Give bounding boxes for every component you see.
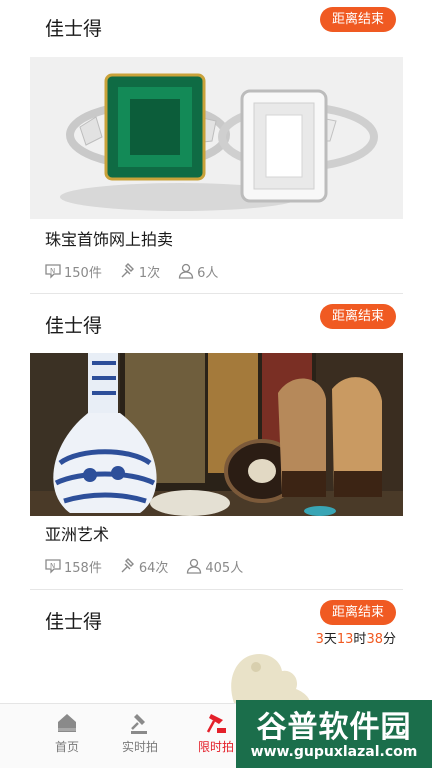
participant-count: 405人 bbox=[186, 557, 243, 576]
gavel-icon bbox=[121, 558, 134, 573]
end-time-badge: 距离结束 bbox=[320, 600, 396, 625]
lot-image[interactable] bbox=[30, 353, 403, 516]
participant-count-value: 6人 bbox=[197, 265, 219, 281]
watermark-title: 谷普软件园 bbox=[256, 710, 412, 745]
bid-count: 1次 bbox=[120, 262, 160, 281]
countdown-days: 3 bbox=[315, 632, 324, 647]
nav-item-home[interactable]: 首页 bbox=[37, 712, 97, 755]
item-count-value: 150件 bbox=[64, 265, 102, 281]
divider bbox=[30, 293, 403, 294]
countdown-timer: 3天13时38分 bbox=[316, 628, 396, 647]
user-icon bbox=[187, 558, 202, 574]
auction-card[interactable]: 佳士得 距离结束 3天13时38分 bbox=[0, 591, 432, 703]
live-auction-icon bbox=[131, 714, 147, 734]
lot-image[interactable] bbox=[30, 649, 403, 703]
participant-count-value: 405人 bbox=[205, 560, 244, 576]
auction-card[interactable]: 佳士得 距离结束 亚洲艺术 N 158件 64次 405人 bbox=[0, 295, 432, 590]
bid-count-value: 1次 bbox=[138, 265, 161, 281]
gavel-icon bbox=[121, 263, 134, 278]
countdown-hours: 13 bbox=[336, 632, 354, 647]
end-time-badge: 距离结束 bbox=[320, 304, 396, 329]
nav-label: 首页 bbox=[54, 740, 79, 754]
participant-count: 6人 bbox=[178, 262, 218, 281]
auction-house-name: 佳士得 bbox=[45, 315, 103, 337]
watermark-url: www.gupuxlazal.com bbox=[250, 744, 418, 760]
user-icon bbox=[178, 263, 194, 279]
svg-text:N: N bbox=[50, 562, 55, 570]
lot-image[interactable] bbox=[30, 57, 403, 219]
bid-count: 64次 bbox=[120, 557, 169, 576]
jewelry-image bbox=[30, 57, 403, 219]
asian-art-image bbox=[30, 353, 403, 516]
countdown-minutes-unit: 分 bbox=[382, 632, 396, 647]
auction-house-name: 佳士得 bbox=[45, 611, 103, 633]
catalog-icon: N bbox=[45, 264, 61, 279]
svg-text:N: N bbox=[50, 267, 55, 275]
nav-label: 实时拍 bbox=[121, 740, 158, 754]
countdown-days-unit: 天 bbox=[323, 632, 337, 647]
nav-label: 限时拍 bbox=[197, 740, 234, 754]
timed-auction-icon bbox=[206, 714, 226, 733]
lot-stats: N 150件 1次 6人 bbox=[45, 262, 236, 281]
countdown-minutes: 38 bbox=[366, 632, 383, 647]
item-count-value: 158件 bbox=[64, 560, 102, 576]
lot-stats: N 158件 64次 405人 bbox=[45, 557, 261, 576]
catalog-icon: N bbox=[45, 559, 61, 574]
watermark: 谷普软件园 www.gupuxlazal.com bbox=[236, 700, 432, 768]
bid-count-value: 64次 bbox=[138, 560, 169, 576]
end-time-badge: 距离结束 bbox=[320, 7, 396, 32]
countdown-hours-unit: 时 bbox=[353, 632, 367, 647]
home-icon bbox=[58, 714, 76, 732]
lot-title: 珠宝首饰网上拍卖 bbox=[45, 230, 174, 249]
jade-figure-image bbox=[30, 649, 403, 703]
auction-house-name: 佳士得 bbox=[45, 18, 103, 40]
lot-title: 亚洲艺术 bbox=[45, 525, 110, 544]
divider bbox=[30, 589, 403, 590]
nav-item-live-auction[interactable]: 实时拍 bbox=[110, 712, 170, 755]
auction-card[interactable]: 佳士得 距离结束 珠宝首饰网上拍卖 N 150件 1次 6人 bbox=[0, 0, 432, 294]
item-count: N 158件 bbox=[45, 557, 102, 576]
item-count: N 150件 bbox=[45, 262, 102, 281]
